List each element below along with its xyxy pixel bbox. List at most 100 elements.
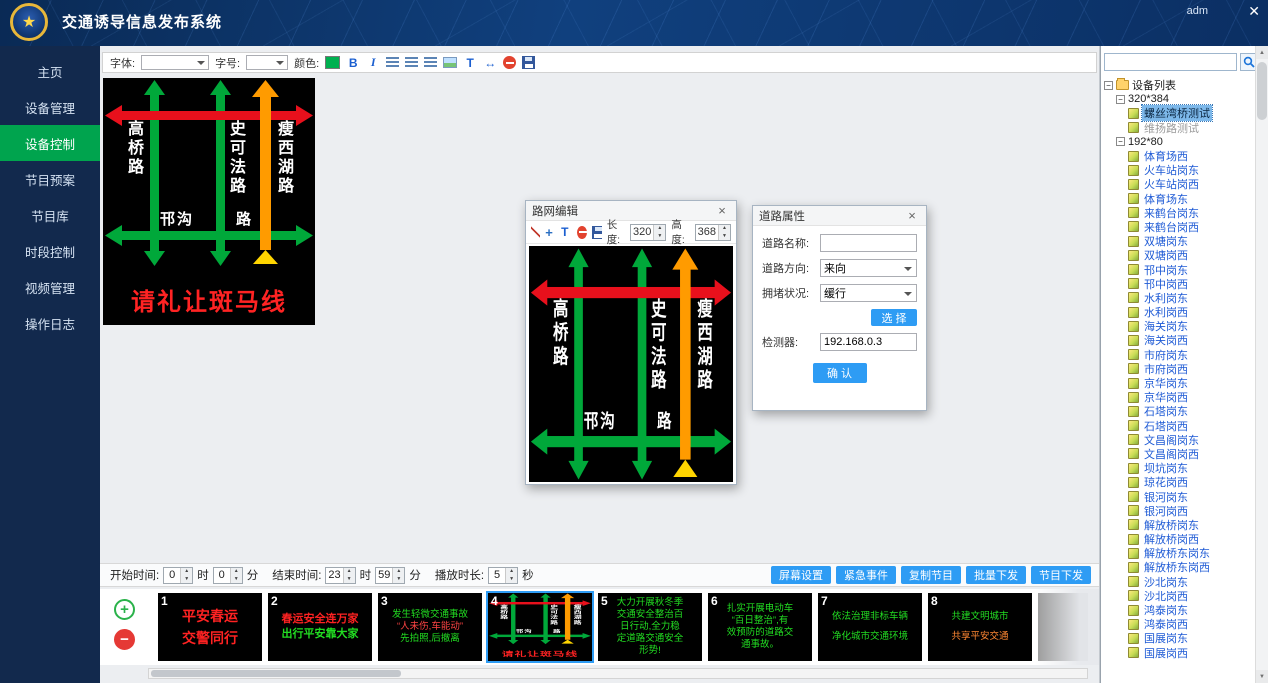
text-tool-button[interactable]: T <box>463 55 477 71</box>
sidebar-item[interactable]: 主页 <box>0 53 100 89</box>
delete-icon[interactable] <box>503 56 516 69</box>
expander-icon[interactable] <box>1116 95 1125 104</box>
sidebar-item[interactable]: 设备管理 <box>0 89 100 125</box>
tree-root-device-list[interactable]: 设备列表 <box>1101 78 1255 92</box>
vertical-scrollbar[interactable] <box>1255 46 1268 683</box>
tree-device-item[interactable]: 体育场西 <box>1101 149 1255 163</box>
confirm-button[interactable]: 确 认 <box>813 363 867 383</box>
timebar-button[interactable]: 紧急事件 <box>836 566 896 584</box>
program-tile-8[interactable]: 8 共建文明城市共享平安交通 <box>928 593 1032 661</box>
user-name[interactable]: adm <box>1187 5 1208 17</box>
horizontal-scrollbar[interactable] <box>148 668 1088 679</box>
stepper-arrows-icon[interactable] <box>343 568 355 583</box>
tree-device-item[interactable]: 火车站岗东 <box>1101 163 1255 177</box>
select-button[interactable]: 选 择 <box>871 309 917 326</box>
congestion-select[interactable]: 缓行 <box>820 284 917 302</box>
height-stepper[interactable]: 368 <box>695 224 731 241</box>
tree-device-item[interactable]: 解放桥东岗东 <box>1101 546 1255 560</box>
sidebar-item[interactable]: 节目预案 <box>0 161 100 197</box>
program-tile-6[interactable]: 6 扎实开展电动车“百日整治”,有效预防的道路交通事故。 <box>708 593 812 661</box>
stepper-arrows-icon[interactable] <box>180 568 192 583</box>
tree-device-item[interactable]: 解放桥岗西 <box>1101 532 1255 546</box>
tree-device-item[interactable]: 鸿泰岗西 <box>1101 617 1255 631</box>
stepper-arrows-icon[interactable] <box>653 225 665 240</box>
tree-device-item[interactable]: 京华岗东 <box>1101 376 1255 390</box>
align-center-icon[interactable] <box>405 57 418 68</box>
tree-device-item[interactable]: 邗中岗东 <box>1101 262 1255 276</box>
sidebar-item[interactable]: 视频管理 <box>0 269 100 305</box>
timebar-button[interactable]: 节目下发 <box>1031 566 1091 584</box>
screen-preview[interactable]: 高桥路 史可法路 瘦西湖路 邗沟 路 请礼让斑马线 <box>103 78 315 325</box>
sidebar-item[interactable]: 时段控制 <box>0 233 100 269</box>
tree-device-item[interactable]: 来鹤台岗东 <box>1101 206 1255 220</box>
tree-device-item[interactable]: 石塔岗东 <box>1101 404 1255 418</box>
tree-device-item[interactable]: 双塘岗东 <box>1101 234 1255 248</box>
start-hour-stepper[interactable]: 0 <box>163 567 193 584</box>
tree-device-item[interactable]: 海关岗西 <box>1101 333 1255 347</box>
align-right-icon[interactable] <box>424 57 437 68</box>
close-icon[interactable] <box>714 203 730 218</box>
tree-device-item[interactable]: 文昌阁岗西 <box>1101 447 1255 461</box>
stepper-arrows-icon[interactable] <box>392 568 404 583</box>
tree-device-item[interactable]: 坝坑岗东 <box>1101 461 1255 475</box>
delete-icon[interactable] <box>577 226 587 239</box>
program-tile-4-selected[interactable]: 4 <box>488 593 592 661</box>
end-hour-stepper[interactable]: 23 <box>325 567 355 584</box>
tree-device-item[interactable]: 解放桥东岗西 <box>1101 560 1255 574</box>
add-program-button[interactable] <box>114 599 135 620</box>
sidebar-item[interactable]: 节目库 <box>0 197 100 233</box>
bold-button[interactable]: B <box>346 55 360 71</box>
program-tile-3[interactable]: 3 发生轻微交通事故“人未伤,车能动”先拍照,后撤离 <box>378 593 482 661</box>
road-name-input[interactable] <box>820 234 917 252</box>
sidebar-item[interactable]: 操作日志 <box>0 305 100 341</box>
tree-device-item[interactable]: 沙北岗西 <box>1101 589 1255 603</box>
image-icon[interactable] <box>443 57 457 68</box>
tree-device-item[interactable]: 邗中岗西 <box>1101 277 1255 291</box>
tree-device-item[interactable]: 螺丝湾桥测试 <box>1101 106 1255 120</box>
save-icon[interactable] <box>522 56 535 69</box>
tree-device-item[interactable]: 水利岗东 <box>1101 291 1255 305</box>
stepper-arrows-icon[interactable] <box>718 225 730 240</box>
end-minute-stepper[interactable]: 59 <box>375 567 405 584</box>
sidebar-item[interactable]: 设备控制 <box>0 125 100 161</box>
timebar-button[interactable]: 复制节目 <box>901 566 961 584</box>
tree-device-item[interactable]: 鸿泰岗东 <box>1101 603 1255 617</box>
draw-road-icon[interactable] <box>531 226 540 238</box>
tree-group-192x80[interactable]: 192*80 <box>1101 135 1255 149</box>
length-stepper[interactable]: 320 <box>630 224 666 241</box>
stepper-arrows-icon[interactable] <box>230 568 242 583</box>
font-family-select[interactable] <box>141 55 209 70</box>
italic-button[interactable]: I <box>366 55 380 71</box>
detector-input[interactable] <box>820 333 917 351</box>
tree-device-item[interactable]: 国展岗东 <box>1101 631 1255 645</box>
scroll-up-icon[interactable] <box>1256 46 1268 59</box>
program-tile-7[interactable]: 7 依法治理非标车辆净化城市交通环境 <box>818 593 922 661</box>
timebar-button[interactable]: 批量下发 <box>966 566 1026 584</box>
road-direction-select[interactable]: 来向 <box>820 259 917 277</box>
scroll-down-icon[interactable] <box>1256 670 1268 683</box>
tree-device-item[interactable]: 双塘岗西 <box>1101 248 1255 262</box>
tree-device-item[interactable]: 京华岗西 <box>1101 390 1255 404</box>
align-left-icon[interactable] <box>386 57 399 68</box>
tree-device-item[interactable]: 市府岗东 <box>1101 348 1255 362</box>
remove-program-button[interactable] <box>114 629 135 650</box>
letter-spacing-icon[interactable] <box>483 55 497 71</box>
text-tool-button[interactable]: T <box>558 224 572 240</box>
tree-device-item[interactable]: 琼花岗西 <box>1101 475 1255 489</box>
add-node-icon[interactable] <box>545 225 553 240</box>
tree-device-item[interactable]: 国展岗西 <box>1101 646 1255 660</box>
tree-device-item[interactable]: 解放桥岗东 <box>1101 518 1255 532</box>
device-search-input[interactable] <box>1104 53 1237 71</box>
tree-device-item[interactable]: 体育场东 <box>1101 192 1255 206</box>
tree-device-item[interactable]: 来鹤台岗西 <box>1101 220 1255 234</box>
stepper-arrows-icon[interactable] <box>505 568 517 583</box>
tree-device-item[interactable]: 海关岗东 <box>1101 319 1255 333</box>
tree-device-item[interactable]: 石塔岗西 <box>1101 419 1255 433</box>
program-tile-1[interactable]: 1 平安春运交警同行 <box>158 593 262 661</box>
program-tile-5[interactable]: 5 大力开展秋冬季交通安全整治百日行动,全力稳定道路交通安全形势! <box>598 593 702 661</box>
tree-device-item[interactable]: 文昌阁岗东 <box>1101 433 1255 447</box>
tree-device-item[interactable]: 火车站岗西 <box>1101 177 1255 191</box>
expander-icon[interactable] <box>1104 81 1113 90</box>
start-minute-stepper[interactable]: 0 <box>213 567 243 584</box>
scrollbar-thumb[interactable] <box>151 670 401 677</box>
